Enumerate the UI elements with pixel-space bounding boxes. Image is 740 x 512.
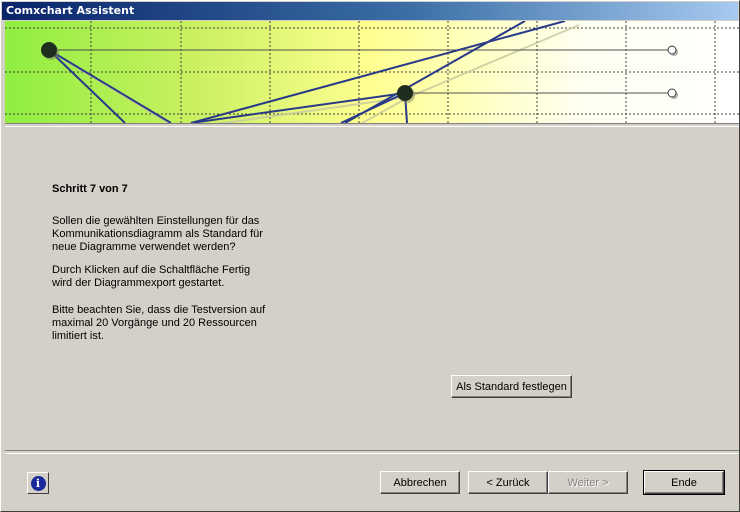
text-line: neue Diagramme verwendet werden? — [52, 241, 236, 253]
text-line: Durch Klicken auf die Schaltfläche Ferti… — [52, 264, 251, 276]
question-text: Sollen die gewählten Einstellungen für d… — [52, 215, 292, 254]
trial-notice-text: Bitte beachten Sie, dass die Testversion… — [52, 304, 292, 343]
wizard-window: Comxchart Assistent Schritt 7 von 7 Soll… — [0, 0, 740, 512]
header-banner — [5, 21, 739, 123]
node-icon — [41, 42, 57, 58]
finish-button[interactable]: Ende — [643, 470, 725, 495]
info-icon: i — [30, 475, 46, 491]
text-line: wird der Diagrammexport gestartet. — [52, 277, 225, 289]
text-line: Bitte beachten Sie, dass die Testversion… — [52, 304, 266, 316]
back-button[interactable]: < Zurück — [468, 471, 548, 494]
info-text: Durch Klicken auf die Schaltfläche Ferti… — [52, 264, 292, 290]
step-title: Schritt 7 von 7 — [52, 183, 128, 195]
title-bar[interactable]: Comxchart Assistent — [2, 2, 738, 20]
endpoint-icon — [667, 88, 677, 98]
endpoint-icon — [667, 45, 677, 55]
banner-divider — [5, 123, 739, 127]
set-default-button[interactable]: Als Standard festlegen — [451, 375, 572, 398]
next-button[interactable]: Weiter > — [548, 471, 628, 494]
text-line: maximal 20 Vorgänge und 20 Ressourcen — [52, 317, 257, 329]
text-line: Kommunikationsdiagramm als Standard für — [52, 228, 263, 240]
info-button[interactable]: i — [27, 472, 49, 494]
text-line: limitiert ist. — [52, 330, 104, 342]
cancel-button[interactable]: Abbrechen — [380, 471, 460, 494]
banner-graphic — [5, 21, 739, 123]
footer-divider — [5, 450, 739, 454]
node-icon — [397, 85, 413, 101]
text-line: Sollen die gewählten Einstellungen für d… — [52, 215, 260, 227]
window-title: Comxchart Assistent — [6, 4, 135, 17]
